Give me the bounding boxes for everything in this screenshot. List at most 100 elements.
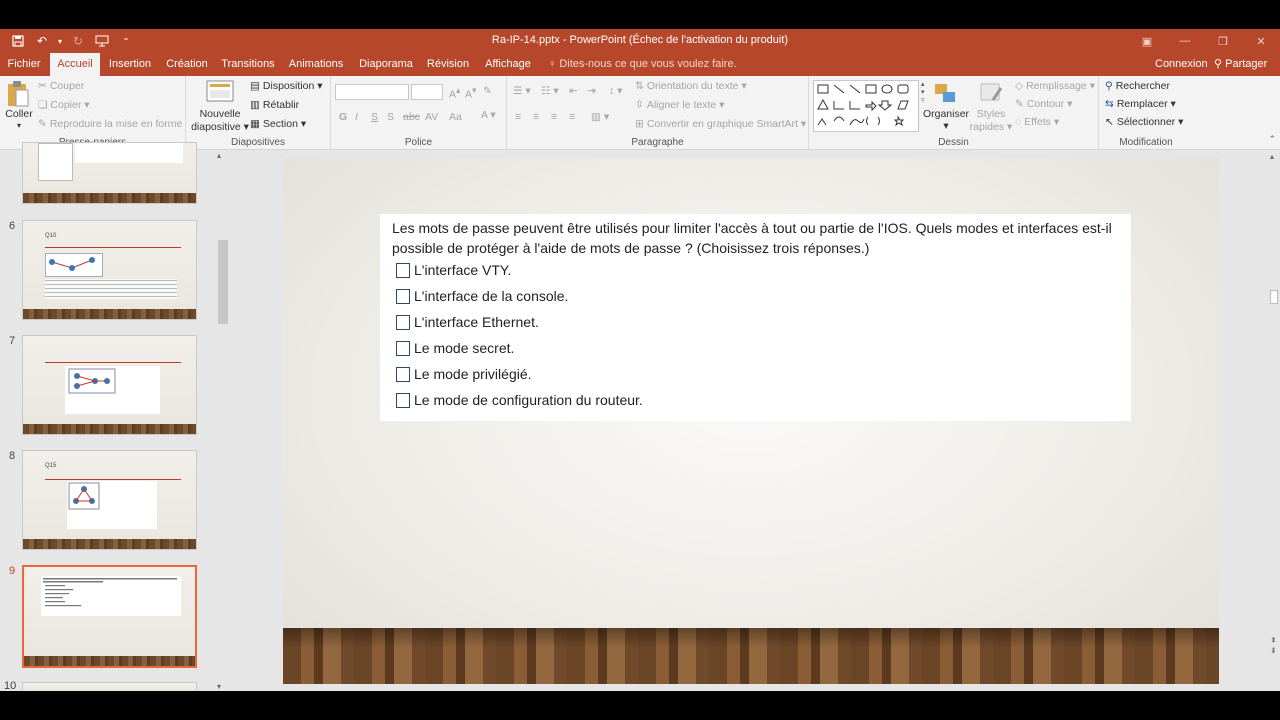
underline-button[interactable]: S — [371, 111, 378, 123]
editor-scrollbar-thumb[interactable] — [1270, 290, 1278, 304]
new-slide-button[interactable]: Nouvelle diapositive ▾ — [188, 108, 252, 134]
restore-icon[interactable]: ❐ — [1204, 29, 1242, 53]
shape-fill-button[interactable]: ◇ Remplissage ▾ — [1015, 80, 1095, 92]
new-slide-label-1: Nouvelle — [199, 108, 241, 120]
paste-dropdown-icon[interactable]: ▾ — [12, 121, 26, 130]
format-painter-label: Reproduire la mise en forme — [49, 118, 183, 130]
ribbon-display-options-icon[interactable]: ▣ — [1128, 29, 1166, 53]
reset-label: Rétablir — [262, 99, 300, 111]
new-slide-icon[interactable] — [206, 80, 234, 105]
quick-styles-icon[interactable] — [979, 82, 1005, 109]
group-drawing: ▴ ▾ ▿ Organiser ▾ Styles rapides ▾ ◇ Rempliss… — [809, 76, 1099, 150]
arrange-button[interactable]: Organiser ▾ — [921, 108, 971, 132]
share-button[interactable]: ⚲ Partager — [1214, 53, 1267, 76]
change-case-icon[interactable]: Aa — [449, 111, 462, 123]
thumb-floor — [23, 539, 196, 549]
layout-button[interactable]: ▤ Disposition ▾ — [250, 80, 322, 92]
shadow-button[interactable]: S — [387, 111, 394, 123]
align-left-icon[interactable]: ≡ — [515, 111, 521, 123]
format-painter-button[interactable]: ✎ Reproduire la mise en forme — [38, 118, 182, 130]
tab-affichage[interactable]: Affichage — [480, 53, 536, 76]
minimize-icon[interactable]: — — [1166, 29, 1204, 53]
increase-indent-icon[interactable]: ⇥ — [587, 85, 596, 97]
bold-button[interactable]: G — [339, 111, 347, 123]
effects-icon: ◌ — [1015, 116, 1022, 129]
checkbox-icon — [396, 392, 410, 408]
paste-button[interactable]: Coller — [2, 108, 36, 120]
lightbulb-icon: ♀ — [548, 58, 557, 70]
slide-thumbnail-5[interactable] — [22, 142, 197, 204]
quick-styles-button[interactable]: Styles rapides ▾ — [969, 108, 1013, 134]
align-text-button[interactable]: ⇳ Aligner le texte ▾ — [635, 99, 724, 111]
tab-revision[interactable]: Révision — [424, 53, 472, 76]
font-family-dropdown[interactable] — [335, 84, 409, 100]
tab-accueil[interactable]: Accueil — [50, 53, 100, 76]
tab-insertion[interactable]: Insertion — [104, 53, 156, 76]
slide-thumbnail-9-selected[interactable] — [22, 565, 197, 668]
grow-font-icon[interactable]: A▴ — [449, 85, 460, 101]
arrange-icon[interactable] — [933, 82, 959, 109]
align-right-icon[interactable]: ≡ — [551, 111, 557, 123]
bullets-icon[interactable]: ☰ ▾ — [513, 85, 531, 97]
slide-thumbnail-6[interactable]: Q10 — [22, 220, 197, 320]
font-group-label: Police — [404, 137, 433, 148]
prev-next-slide-icon[interactable]: ⇞ ⇟ — [1270, 636, 1277, 656]
thumbnail-scrollbar-thumb[interactable] — [218, 240, 228, 324]
align-center-icon[interactable]: ≡ — [533, 111, 539, 123]
cut-button[interactable]: ✂ Couper — [38, 80, 84, 92]
group-editing: ⚲ Rechercher ⇆ Remplacer ▾ ↖ Sélectionner ▾… — [1099, 76, 1193, 150]
reset-icon: ▥ — [250, 99, 260, 112]
justify-icon[interactable]: ≡ — [569, 111, 575, 123]
scroll-up-icon[interactable]: ▴ — [217, 151, 221, 160]
quick-styles-label-1: Styles — [976, 108, 1006, 120]
option-5: Le mode privilégié. — [396, 365, 532, 383]
text-direction-button[interactable]: ⇅ Orientation du texte ▾ — [635, 80, 747, 92]
tab-transitions[interactable]: Transitions — [219, 53, 277, 76]
option-1: L'interface VTY. — [396, 261, 511, 279]
font-color-icon[interactable]: A ▾ — [481, 109, 496, 121]
numbering-icon[interactable]: ☷ ▾ — [541, 85, 559, 97]
tab-creation[interactable]: Création — [162, 53, 212, 76]
smartart-button[interactable]: ⊞ Convertir en graphique SmartArt ▾ — [635, 118, 806, 130]
thumb-title-line — [45, 362, 181, 363]
shapes-gallery[interactable] — [813, 80, 919, 132]
shrink-font-icon[interactable]: A▾ — [465, 85, 476, 101]
editor-scroll-up-icon[interactable]: ▴ — [1270, 152, 1274, 161]
group-font: A▴ A▾ ✎ G I S S abc AV Aa A ▾ Police — [331, 76, 507, 150]
scroll-down-icon[interactable]: ▾ — [217, 682, 221, 691]
shape-effects-label: Effets — [1024, 116, 1051, 128]
strikethrough-icon[interactable]: abc — [403, 111, 420, 123]
thumb-text — [45, 279, 177, 299]
paste-icon[interactable] — [6, 80, 30, 108]
thumb-floor — [23, 193, 196, 203]
slide-thumbnail-8[interactable]: Q15 — [22, 450, 197, 550]
letterbox-bottom — [0, 691, 1280, 720]
decrease-indent-icon[interactable]: ⇤ — [569, 85, 578, 97]
thumbnail-scrollbar[interactable] — [215, 150, 230, 691]
line-spacing-icon[interactable]: ↕ ▾ — [609, 85, 622, 97]
char-spacing-icon[interactable]: AV — [425, 111, 438, 123]
sign-in-link[interactable]: Connexion — [1155, 53, 1208, 76]
tab-fichier[interactable]: Fichier — [0, 53, 48, 76]
shape-effects-button[interactable]: ◌ Effets ▾ — [1015, 116, 1059, 128]
tab-diaporama[interactable]: Diaporama — [355, 53, 417, 76]
font-size-dropdown[interactable] — [411, 84, 443, 100]
option-4-label: Le mode secret. — [414, 340, 515, 356]
collapse-ribbon-icon[interactable]: ⌃ — [1268, 134, 1276, 145]
reset-button[interactable]: ▥ Rétablir — [250, 99, 299, 111]
clear-formatting-icon[interactable]: ✎ — [483, 85, 492, 97]
close-icon[interactable]: ✕ — [1242, 29, 1280, 53]
replace-button[interactable]: ⇆ Remplacer ▾ — [1105, 98, 1176, 110]
shape-outline-button[interactable]: ✎ Contour ▾ — [1015, 98, 1072, 110]
editor-scrollbar[interactable] — [1268, 150, 1280, 691]
columns-icon[interactable]: ▥ ▾ — [591, 111, 609, 123]
slide-thumbnail-7[interactable] — [22, 335, 197, 435]
tell-me-box[interactable]: ♀ Dites-nous ce que vous voulez faire. — [548, 53, 737, 76]
section-button[interactable]: ▦ Section ▾ — [250, 118, 306, 130]
select-button[interactable]: ↖ Sélectionner ▾ — [1105, 116, 1183, 128]
italic-button[interactable]: I — [355, 111, 358, 123]
tab-animations[interactable]: Animations — [285, 53, 347, 76]
copy-button[interactable]: ❏ Copier ▾ — [38, 99, 90, 111]
option-6-label: Le mode de configuration du routeur. — [414, 392, 643, 408]
find-button[interactable]: ⚲ Rechercher — [1105, 80, 1170, 92]
